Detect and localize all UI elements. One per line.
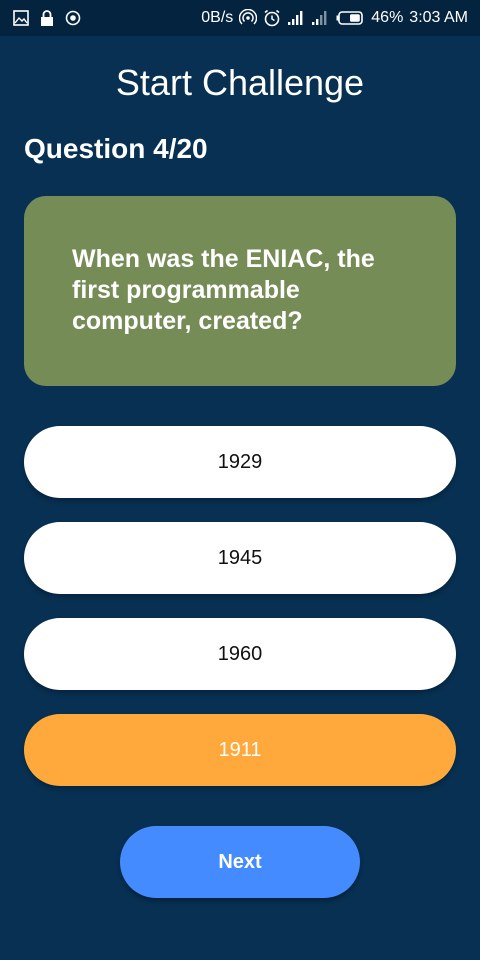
page-title: Start Challenge: [115, 62, 365, 103]
answer-option-3[interactable]: 1960: [24, 618, 456, 690]
question-counter: Question 4/20: [24, 133, 208, 164]
next-button[interactable]: Next: [120, 826, 360, 898]
battery-icon: [335, 9, 365, 27]
lock-icon: [38, 9, 56, 27]
answer-option-4[interactable]: 1911: [24, 714, 456, 786]
status-bar: 0B/s 46% 3:03 AM: [0, 0, 480, 36]
signal-2-icon: [311, 9, 329, 27]
battery-percent: 46%: [371, 9, 404, 26]
record-icon: [64, 9, 82, 27]
status-right-icons: 0B/s 46% 3:03 AM: [201, 9, 468, 27]
answer-option-1[interactable]: 1929: [24, 426, 456, 498]
clock-time: 3:03 AM: [409, 9, 468, 26]
network-speed: 0B/s: [201, 9, 234, 26]
answer-option-2[interactable]: 1945: [24, 522, 456, 594]
question-text: When was the ENIAC, the first programmab…: [72, 245, 375, 335]
image-icon: [12, 9, 30, 27]
status-left-icons: [12, 9, 82, 27]
hotspot-icon: [239, 9, 258, 27]
question-card: When was the ENIAC, the first programmab…: [24, 196, 456, 386]
alarm-icon: [263, 9, 281, 27]
signal-icon: [287, 9, 305, 27]
